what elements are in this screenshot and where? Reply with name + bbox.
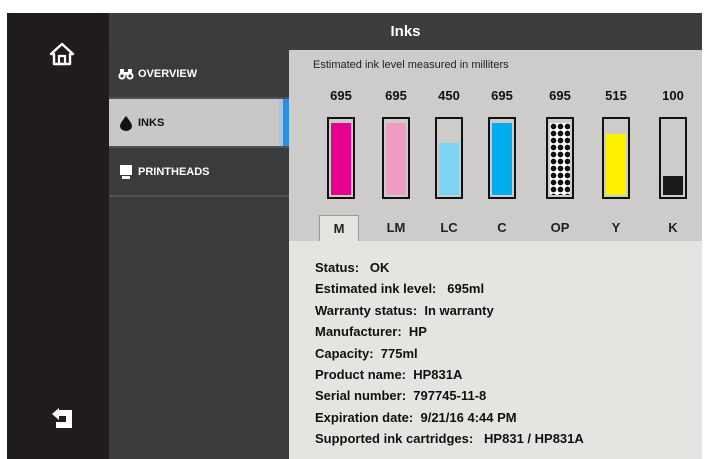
expiration-label: Expiration date: [315, 409, 414, 425]
manufacturer-value: HP [408, 324, 427, 340]
ink-cartridge-lm[interactable] [382, 117, 410, 199]
manufacturer-row: Manufacturer: HP [315, 324, 584, 345]
ink-cartridge-k[interactable] [659, 117, 687, 199]
nav-divider [109, 195, 289, 197]
serial-number-value: 797745-11-8 [413, 388, 487, 404]
ink-cartridge-c[interactable] [488, 117, 516, 199]
ink-drop-icon [118, 115, 134, 131]
ink-level-fill [550, 123, 570, 195]
tab-op[interactable]: OP [540, 215, 580, 241]
sidebar-item-label: PRINTHEADS [138, 165, 210, 178]
ink-level-fill [606, 134, 626, 195]
binoculars-icon [118, 66, 134, 82]
home-button[interactable] [49, 41, 75, 67]
expiration-row: Expiration date: 9/21/16 4:44 PM [315, 410, 584, 431]
status-row: Status: OK [315, 260, 584, 281]
ink-value-op: 695 [549, 88, 571, 103]
left-toolbar [7, 13, 109, 459]
ink-value-c: 695 [491, 88, 513, 103]
ink-value-m: 695 [330, 88, 352, 103]
ink-value-lm: 695 [385, 88, 407, 103]
warranty-row: Warranty status: In warranty [315, 303, 584, 324]
ink-level-value: 695ml [447, 281, 485, 297]
serial-number-row: Serial number: 797745-11-8 [315, 388, 584, 409]
expiration-value: 9/21/16 4:44 PM [420, 409, 517, 425]
supported-cartridges-row: Supported ink cartridges: HP831 / HP831A [315, 431, 584, 452]
ink-value-lc: 450 [438, 88, 460, 103]
ink-value-y: 515 [605, 88, 627, 103]
capacity-row: Capacity: 775ml [315, 346, 584, 367]
warranty-value: In warranty [424, 302, 494, 318]
tab-y[interactable]: Y [596, 215, 636, 241]
back-button[interactable] [49, 405, 75, 431]
serial-number-label: Serial number: [315, 388, 407, 404]
sidebar-item-printheads[interactable]: PRINTHEADS [109, 148, 289, 195]
ink-level-fill [663, 176, 683, 195]
ink-cartridge-lc[interactable] [435, 117, 463, 199]
printer-panel: Inks OVERVIEW INKS PRINTHEADS Estimated … [7, 13, 702, 459]
home-icon [49, 42, 75, 66]
manufacturer-label: Manufacturer: [315, 324, 402, 340]
tab-lm[interactable]: LM [376, 215, 416, 241]
supported-cartridges-label: Supported ink cartridges: [315, 431, 474, 447]
sidebar-item-overview[interactable]: OVERVIEW [109, 50, 289, 97]
capacity-value: 775ml [380, 345, 418, 361]
ink-level-fill [386, 123, 406, 195]
ink-value-k: 100 [662, 88, 684, 103]
product-name-row: Product name: HP831A [315, 367, 584, 388]
ink-cartridge-y[interactable] [602, 117, 630, 199]
tab-m[interactable]: M [319, 215, 359, 241]
sidebar-item-label: INKS [138, 116, 165, 129]
tab-c[interactable]: C [482, 215, 522, 241]
product-name-label: Product name: [315, 366, 407, 382]
ink-level-fill [492, 123, 512, 195]
back-icon [52, 408, 72, 428]
ink-levels-panel: Estimated ink level measured in milliter… [289, 50, 702, 241]
ink-tabs: M LM LC C OP Y K [289, 207, 702, 241]
product-name-value: HP831A [413, 366, 463, 382]
ink-level-fill [331, 123, 351, 195]
ink-cartridge-op[interactable] [546, 117, 574, 199]
warranty-label: Warranty status: [315, 302, 418, 318]
ink-level-row: Estimated ink level: 695ml [315, 281, 584, 302]
ink-level-label: Estimated ink level: [315, 281, 437, 297]
sidebar-item-label: OVERVIEW [138, 67, 198, 80]
page-title: Inks [109, 13, 702, 50]
tab-k[interactable]: K [653, 215, 693, 241]
ink-level-caption: Estimated ink level measured in milliter… [313, 59, 509, 71]
inks-content: Estimated ink level measured in milliter… [289, 50, 702, 459]
ink-cartridge-m[interactable] [327, 117, 355, 199]
supported-cartridges-value: HP831 / HP831A [484, 431, 584, 447]
status-label: Status: [315, 260, 360, 275]
tab-lc[interactable]: LC [429, 215, 469, 241]
cartridge-details: Status: OK Estimated ink level: 695ml Wa… [315, 260, 584, 453]
sidebar-item-inks[interactable]: INKS [109, 99, 289, 146]
capacity-label: Capacity: [315, 345, 374, 361]
printhead-icon [118, 164, 134, 180]
status-value: OK [369, 260, 390, 275]
ink-level-fill [439, 143, 459, 195]
sidebar-nav: OVERVIEW INKS PRINTHEADS [109, 50, 289, 459]
